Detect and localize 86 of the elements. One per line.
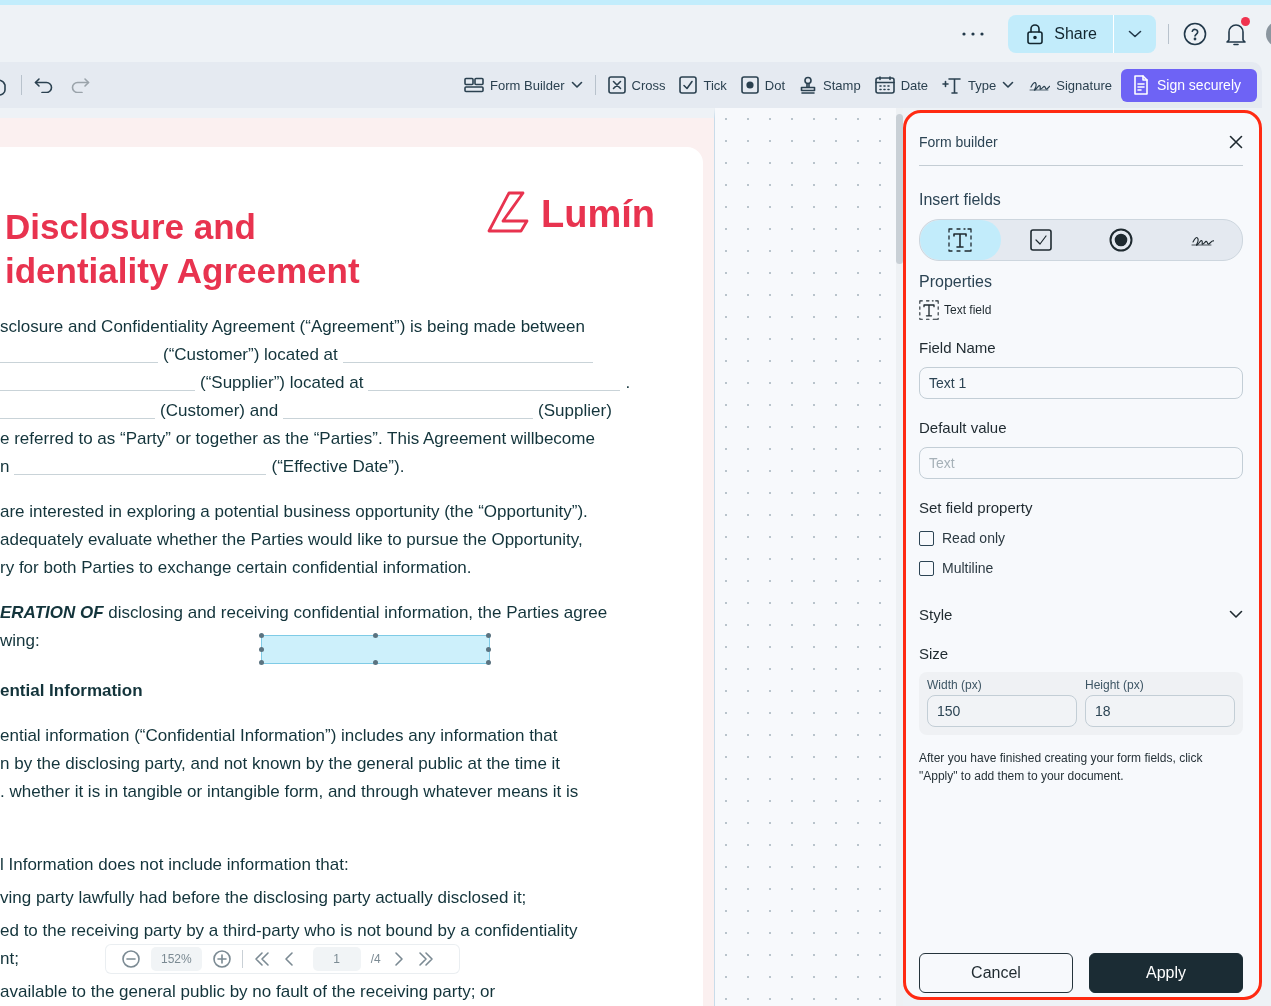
document-text: are interested in exploring a potential business opportunity (the “Opportunity”). (0, 501, 588, 523)
sign-securely-button[interactable]: Sign securely (1120, 68, 1257, 102)
tool-menu-button[interactable]: Form Builder (457, 77, 590, 93)
calendar-icon (874, 76, 895, 94)
document-text: available to the general public by no fault of the receiving party; or (0, 981, 496, 1003)
document-text: (Customer) and (160, 400, 279, 422)
checkbox[interactable] (919, 560, 934, 576)
field-label: Field Name (919, 339, 997, 356)
section-label: Properties (919, 273, 993, 291)
document-text: adequately evaluate whether the Parties would like to pursue the Opportunity, (0, 529, 583, 551)
checkbox-label: Read only (942, 530, 1006, 546)
width-input[interactable]: 150 (927, 695, 1077, 727)
document-text: ed to the receiving party by a third-party who is not bound by a confidentiality (0, 920, 578, 942)
chevron-down-icon[interactable] (1229, 610, 1243, 619)
document-text: ving party lawfully had before the disclosing party actually disclosed it; (0, 887, 527, 909)
chevron-down-icon (1128, 29, 1142, 38)
cancel-button[interactable]: Cancel (919, 953, 1073, 993)
document-text: (Supplier) (538, 400, 612, 422)
chevron-down-icon (1002, 81, 1015, 89)
document-title: Disclosure and (4, 206, 257, 248)
zoom-out-icon[interactable] (121, 949, 141, 969)
document-text: wing: (0, 630, 40, 652)
checkbox[interactable] (919, 530, 934, 546)
close-icon[interactable] (1229, 135, 1243, 149)
text-form-field[interactable] (261, 635, 490, 664)
section-heading: ential Information (0, 680, 143, 702)
field-type-option[interactable] (920, 220, 1001, 260)
panel-title: Form builder (919, 134, 998, 150)
field-label: Default value (919, 419, 1008, 436)
chevron-down-icon (570, 81, 583, 89)
document-text: e referred to as “Party” or together as the “Parties”. This Agreement willbecome (0, 428, 595, 450)
first-page-icon[interactable] (252, 951, 271, 967)
help-icon[interactable] (1183, 21, 1207, 46)
stamp-icon (799, 76, 818, 94)
document-text: . whether it is in tangible or intangible form, and through whatever means it is (0, 781, 579, 803)
default-value-input[interactable]: Text (919, 447, 1243, 479)
document-title: identiality Agreement (4, 250, 360, 292)
zoom-in-icon[interactable] (211, 949, 232, 969)
document-text: (“Customer”) located at (163, 344, 338, 366)
input-label: Height (px) (1085, 678, 1145, 692)
field-label: Set field property (919, 499, 1034, 516)
document-text: (“Effective Date”). (271, 456, 405, 478)
apply-button[interactable]: Apply (1089, 953, 1243, 993)
checkbox-icon (679, 76, 698, 94)
text-field-icon (948, 228, 973, 252)
document-text: ential information (“Confidential Information”) includes any information that (0, 725, 558, 747)
checkbox-icon (1029, 229, 1052, 251)
document-text: n by the disclosing party, and not known by the general public at the time it (0, 753, 561, 775)
field-label: Size (919, 645, 950, 662)
tool-button[interactable]: Dot (733, 76, 793, 94)
logo-wordmark: Lumín (541, 192, 655, 236)
checkbox-label: Multiline (942, 560, 994, 576)
field-type-label: Text field (944, 303, 992, 317)
document-text: l Information does not include information that: (0, 854, 349, 876)
document-text: ERATION OF disclosing and receiving confidential information, the Parties agree (0, 602, 608, 624)
undo-icon[interactable] (34, 77, 54, 93)
page-count: /4 (370, 952, 381, 966)
input-label: Width (px) (927, 678, 983, 692)
section-label: Insert fields (919, 191, 1002, 209)
document-text: nt; (0, 948, 19, 970)
text-field-icon (919, 299, 939, 321)
tool-button[interactable]: Signature (1021, 77, 1119, 93)
document-text: n (0, 456, 10, 478)
scrollbar-thumb[interactable] (896, 114, 903, 264)
document-text: (“Supplier”) located at (200, 372, 364, 394)
lock-icon (1026, 22, 1045, 45)
help-text: After you have finished creating your form fields, click "Apply" to add them to your document. (919, 750, 1204, 785)
tool-button[interactable]: Cross (600, 76, 673, 94)
document-text: sclosure and Confidentiality Agreement (“Agreement”) is being made between (0, 316, 585, 338)
height-input[interactable]: 18 (1085, 695, 1235, 727)
style-toggle[interactable]: Style (919, 606, 953, 623)
text-icon (942, 76, 963, 94)
tool-button[interactable]: Stamp (792, 76, 868, 94)
radio-button-icon (1109, 228, 1134, 252)
tool-button[interactable]: Date (867, 76, 936, 94)
document-text: . (625, 372, 631, 394)
last-page-icon[interactable] (416, 951, 435, 967)
document-icon (1132, 75, 1149, 95)
share-button[interactable]: Share (1008, 14, 1113, 53)
tool-button[interactable]: Tick (672, 76, 734, 94)
cross-icon (607, 76, 626, 94)
tool-menu-button[interactable]: Type (935, 76, 1022, 94)
more-icon[interactable] (961, 30, 986, 37)
document-text: ry for both Parties to exchange certain confidential information. (0, 557, 472, 579)
field-name-input[interactable]: Text 1 (919, 367, 1243, 399)
layout-icon (464, 77, 485, 93)
